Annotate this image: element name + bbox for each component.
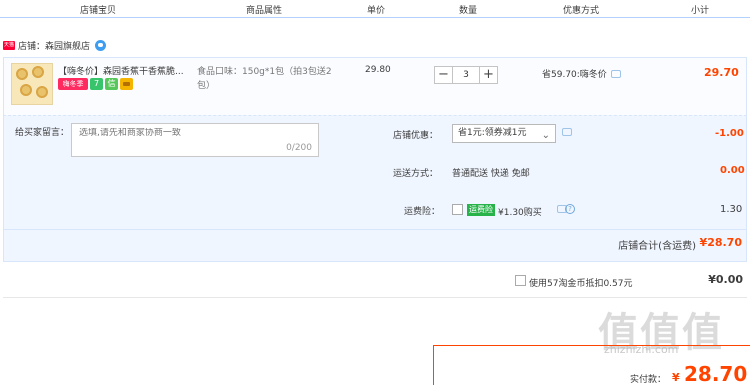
chat-bubble-icon[interactable]: [562, 128, 572, 136]
chevron-down-icon: ⌄: [541, 130, 550, 141]
col-subtotal: 小计: [691, 6, 710, 16]
payment-amount: 28.70: [684, 362, 748, 385]
discount-info: 省59.70:嗨冬价: [542, 67, 621, 80]
insurance-badge: 运费险: [467, 204, 495, 216]
qty-input[interactable]: 3: [453, 67, 479, 83]
shipping-label: 运送方式：: [393, 169, 439, 179]
message-field[interactable]: 0/200: [71, 123, 319, 157]
shipping-amount: 0.00: [720, 165, 745, 176]
wangwang-icon[interactable]: [95, 39, 107, 51]
card-payment-icon: [120, 78, 133, 90]
coin-value: ¥0.00: [708, 273, 743, 286]
seven-day-return-badge: 7: [90, 78, 103, 90]
shop-discount-label: 店铺优惠：: [393, 131, 439, 141]
message-label: 给买家留言：: [15, 128, 70, 138]
payment-label: 实付款：: [630, 375, 667, 385]
shipping-value: 普通配送 快递 免邮: [452, 169, 530, 179]
col-discount: 优惠方式: [563, 6, 600, 16]
col-attr: 商品属性: [246, 6, 283, 16]
payment-currency: ¥: [672, 371, 680, 384]
coin-label: 使用57淘金币抵扣0.57元: [529, 279, 633, 289]
qty-minus-button[interactable]: −: [435, 67, 453, 83]
insurance-label: 运费险：: [404, 207, 441, 217]
product-attributes: 食品口味：150g*1包（拍3包送2包）: [197, 67, 332, 91]
product-image[interactable]: [11, 63, 53, 105]
shop-total-value: ¥28.70: [699, 236, 742, 249]
insurance-amount: 1.30: [720, 204, 743, 215]
shop-discount-value: 省1元:领券减1元: [458, 128, 527, 138]
credit-badge: 信: [105, 78, 118, 90]
shop-total-row: 店铺合计(含运费) ¥28.70: [3, 230, 747, 262]
help-icon[interactable]: ?: [565, 204, 575, 214]
col-qty: 数量: [459, 6, 478, 16]
shop-total-label: 店铺合计(含运费): [618, 241, 696, 252]
qty-plus-button[interactable]: +: [479, 67, 497, 83]
message-count: 0/200: [286, 143, 312, 153]
discount-text: 省59.70:嗨冬价: [542, 70, 607, 80]
cart-item-row: 【嗨冬价】森园香蕉干香蕉脆... 嗨冬季 7 信 食品口味：150g*1包（拍3…: [3, 57, 747, 115]
message-input[interactable]: [79, 128, 309, 138]
insurance-checkbox[interactable]: [452, 204, 463, 215]
shop-discount-select[interactable]: 省1元:领券减1元 ⌄: [452, 124, 556, 143]
tmall-badge: 天猫: [3, 40, 15, 50]
order-options: 给买家留言： 0/200 店铺优惠： 省1元:领券减1元 ⌄ -1.00 运送方…: [3, 115, 747, 230]
shop-name[interactable]: 店铺：森园旗舰店: [18, 39, 90, 52]
product-badges: 嗨冬季 7 信: [58, 78, 133, 90]
cart-header: 店铺宝贝 商品属性 单价 数量 优惠方式 小计: [0, 0, 750, 18]
col-price: 单价: [367, 6, 386, 16]
coin-row: 使用57淘金币抵扣0.57元 ¥0.00: [3, 262, 747, 298]
chat-bubble-icon[interactable]: [610, 69, 621, 78]
coin-checkbox[interactable]: [515, 275, 526, 286]
shop-line: 天猫 店铺：森园旗舰店: [3, 38, 107, 52]
shop-discount-amount: -1.00: [715, 128, 744, 139]
insurance-value: ¥1.30购买: [498, 208, 542, 218]
col-shop-item: 店铺宝贝: [80, 6, 117, 16]
item-subtotal: 29.70: [704, 66, 739, 79]
promo-badge: 嗨冬季: [58, 78, 88, 90]
quantity-stepper: − 3 +: [434, 66, 498, 84]
product-title[interactable]: 【嗨冬价】森园香蕉干香蕉脆...: [58, 64, 193, 77]
unit-price: 29.80: [365, 65, 391, 75]
